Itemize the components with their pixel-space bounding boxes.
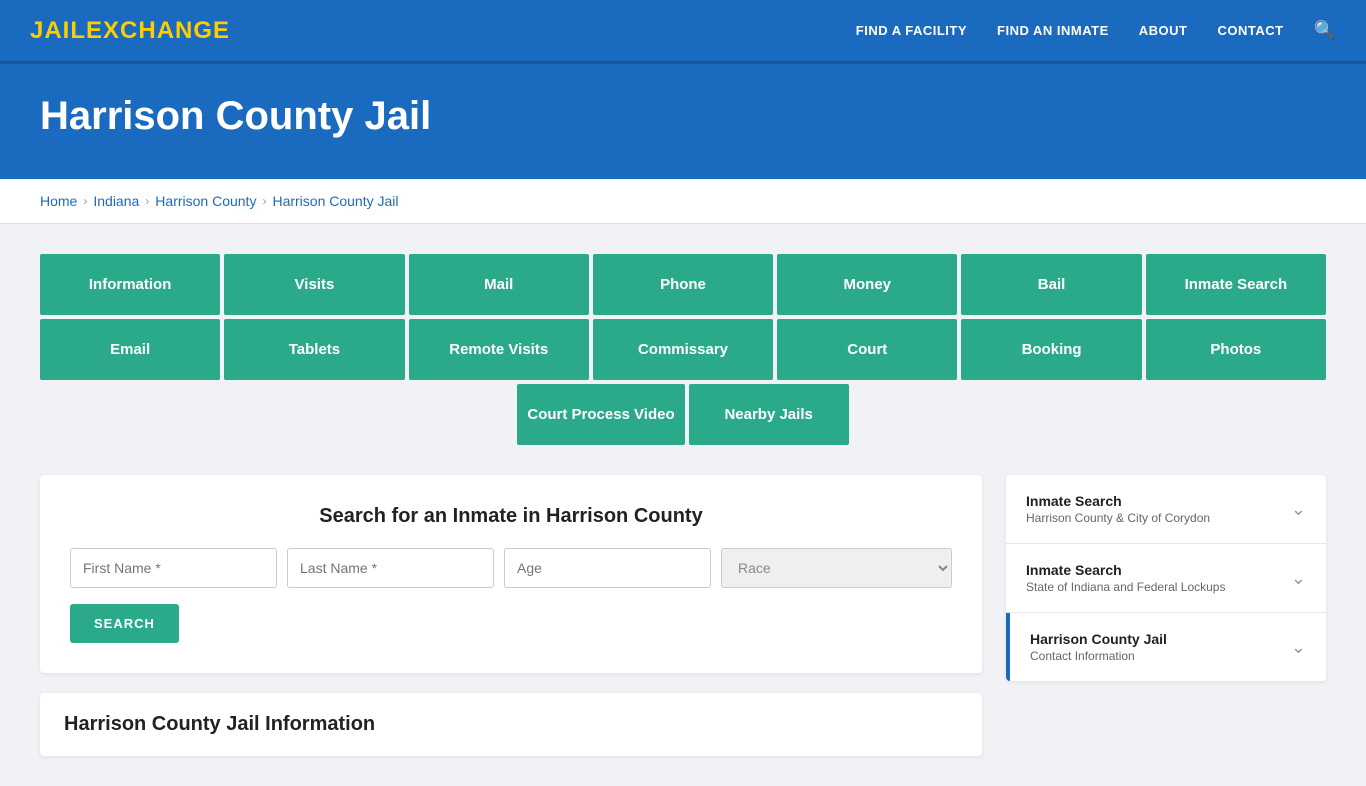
- bail-btn[interactable]: Bail: [961, 254, 1141, 315]
- logo-text-xchange: XCHANGE: [103, 17, 230, 44]
- remote-visits-btn[interactable]: Remote Visits: [409, 319, 589, 380]
- sidebar-inmate-search-2[interactable]: Inmate Search State of Indiana and Feder…: [1006, 544, 1326, 613]
- visits-btn[interactable]: Visits: [224, 254, 404, 315]
- search-button[interactable]: SEARCH: [70, 604, 179, 643]
- booking-btn[interactable]: Booking: [961, 319, 1141, 380]
- sidebar-item-title-1: Inmate Search: [1026, 493, 1210, 509]
- search-box: Search for an Inmate in Harrison County …: [40, 475, 982, 673]
- chevron-down-icon-1: ⌄: [1291, 499, 1306, 520]
- sidebar-item-sub-2: State of Indiana and Federal Lockups: [1026, 580, 1225, 594]
- photos-btn[interactable]: Photos: [1146, 319, 1326, 380]
- button-grid-row1: Information Visits Mail Phone Money Bail…: [40, 254, 1326, 315]
- logo-text-jail: JAIL: [30, 17, 86, 44]
- sidebar-contact-info[interactable]: Harrison County Jail Contact Information…: [1006, 613, 1326, 681]
- first-name-input[interactable]: [70, 548, 277, 588]
- nearby-jails-btn[interactable]: Nearby Jails: [689, 384, 849, 445]
- sidebar-item-title-2: Inmate Search: [1026, 562, 1225, 578]
- breadcrumb-bar: Home › Indiana › Harrison County › Harri…: [0, 179, 1366, 224]
- find-facility-link[interactable]: FIND A FACILITY: [856, 23, 967, 38]
- content-area: Information Visits Mail Phone Money Bail…: [0, 224, 1366, 786]
- contact-link[interactable]: CONTACT: [1217, 23, 1283, 38]
- sidebar-inmate-search-1[interactable]: Inmate Search Harrison County & City of …: [1006, 475, 1326, 544]
- page-title: Harrison County Jail: [40, 94, 1326, 139]
- commissary-btn[interactable]: Commissary: [593, 319, 773, 380]
- information-btn[interactable]: Information: [40, 254, 220, 315]
- logo-highlight: E: [86, 17, 103, 44]
- chevron-down-icon-3: ⌄: [1291, 637, 1306, 658]
- chevron-down-icon-2: ⌄: [1291, 568, 1306, 589]
- harrison-jail-breadcrumb: Harrison County Jail: [272, 193, 398, 209]
- breadcrumb-sep-1: ›: [83, 194, 87, 208]
- breadcrumb-sep-3: ›: [262, 194, 266, 208]
- phone-btn[interactable]: Phone: [593, 254, 773, 315]
- button-grid-row3: Court Process Video Nearby Jails: [40, 384, 1326, 445]
- court-process-video-btn[interactable]: Court Process Video: [517, 384, 684, 445]
- about-link[interactable]: ABOUT: [1139, 23, 1188, 38]
- race-select[interactable]: Race White Black Hispanic Asian Other: [721, 548, 952, 588]
- court-btn[interactable]: Court: [777, 319, 957, 380]
- search-fields: Race White Black Hispanic Asian Other: [70, 548, 952, 588]
- site-logo: JAILEXCHANGE: [30, 17, 230, 45]
- harrison-county-breadcrumb[interactable]: Harrison County: [155, 193, 256, 209]
- search-title: Search for an Inmate in Harrison County: [70, 505, 952, 528]
- email-btn[interactable]: Email: [40, 319, 220, 380]
- mail-btn[interactable]: Mail: [409, 254, 589, 315]
- find-inmate-link[interactable]: FIND AN INMATE: [997, 23, 1109, 38]
- indiana-breadcrumb[interactable]: Indiana: [93, 193, 139, 209]
- tablets-btn[interactable]: Tablets: [224, 319, 404, 380]
- sidebar-item-sub-1: Harrison County & City of Corydon: [1026, 511, 1210, 525]
- age-input[interactable]: [504, 548, 711, 588]
- breadcrumb: Home › Indiana › Harrison County › Harri…: [40, 193, 1326, 209]
- navbar: JAILEXCHANGE FIND A FACILITY FIND AN INM…: [0, 0, 1366, 64]
- sidebar-item-title-3: Harrison County Jail: [1030, 631, 1167, 647]
- sidebar: Inmate Search Harrison County & City of …: [1006, 475, 1326, 681]
- inmate-search-btn[interactable]: Inmate Search: [1146, 254, 1326, 315]
- home-breadcrumb[interactable]: Home: [40, 193, 77, 209]
- hero-section: Harrison County Jail: [0, 64, 1366, 179]
- sidebar-item-sub-3: Contact Information: [1030, 649, 1167, 663]
- search-icon[interactable]: 🔍: [1314, 20, 1336, 41]
- last-name-input[interactable]: [287, 548, 494, 588]
- lower-section: Search for an Inmate in Harrison County …: [40, 475, 1326, 756]
- info-section: Harrison County Jail Information: [40, 693, 982, 756]
- money-btn[interactable]: Money: [777, 254, 957, 315]
- button-grid-row2: Email Tablets Remote Visits Commissary C…: [40, 319, 1326, 380]
- nav-links: FIND A FACILITY FIND AN INMATE ABOUT CON…: [856, 20, 1336, 41]
- breadcrumb-sep-2: ›: [145, 194, 149, 208]
- info-title: Harrison County Jail Information: [64, 713, 958, 736]
